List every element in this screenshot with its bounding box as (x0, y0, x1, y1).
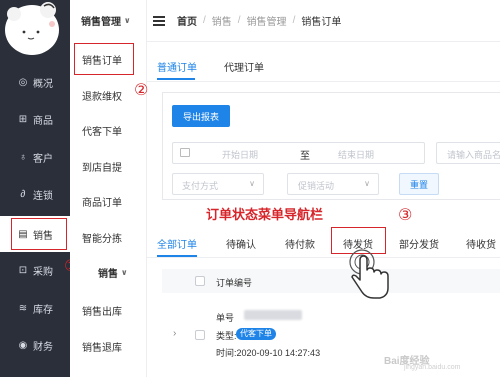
breadcrumb-sales-management[interactable]: 销售管理 (247, 13, 287, 28)
row-checkbox[interactable] (195, 330, 205, 340)
mascot-logo (5, 2, 59, 55)
top-bar: 首页 / 销售 / 销售管理 / 销售订单 (147, 0, 500, 42)
sub-item-sales-return[interactable]: 销售退库 (70, 328, 147, 364)
status-tab-pending-receipt[interactable]: 待收货 (466, 236, 496, 251)
date-range-separator: 至 (300, 151, 310, 162)
sidebar-item-inventory[interactable]: ≋ 库存 (0, 290, 70, 326)
sidebar-item-overview[interactable]: ◎ 概况 (0, 64, 70, 100)
sidebar-item-label: 概况 (33, 78, 53, 90)
breadcrumb-separator: / (203, 15, 206, 26)
table-header (162, 269, 500, 293)
sub-item-label: 销售出库 (82, 306, 122, 318)
sub-item-refund[interactable]: 退款维权 (70, 77, 147, 113)
purchase-icon: ⊡ (18, 264, 28, 276)
highlight-box-sales-order (74, 43, 134, 75)
chevron-down-icon: ∨ (124, 15, 131, 25)
menu-toggle-icon[interactable] (153, 15, 165, 26)
status-tab-pending-payment[interactable]: 待付款 (285, 236, 315, 251)
goods-icon: ⊞ (18, 113, 28, 125)
chevron-down-icon: ∨ (364, 179, 370, 188)
sidebar-item-purchase[interactable]: ⊡ 采购 (0, 252, 70, 288)
order-time: 时间:2020-09-10 14:27:43 (216, 348, 321, 358)
sub-sidebar-header-label: 销售管理 (81, 16, 121, 28)
sidebar-item-link[interactable]: ∂ 连锁 (0, 176, 70, 212)
product-search-placeholder: 请输入商品名 (447, 150, 500, 160)
order-type-badge: 代客下单 (236, 328, 276, 340)
annotation-marker-3: ③ (398, 205, 413, 224)
sidebar-item-finance[interactable]: ◉ 财务 (0, 327, 70, 363)
status-tab-all[interactable]: 全部订单 (157, 236, 197, 251)
sub-item-sales-outbound[interactable]: 销售出库 (70, 292, 147, 328)
order-number-label: 单号 (216, 313, 235, 323)
breadcrumb-sales-order: 销售订单 (301, 17, 342, 28)
column-order-number: 订单编号 (216, 278, 253, 288)
chevron-down-icon: ∨ (249, 179, 255, 188)
sidebar-item-label: 库存 (33, 304, 53, 316)
sub-item-smart-sorting[interactable]: 智能分拣 (70, 219, 147, 255)
sidebar-item-customer[interactable]: ♁ 客户 (0, 139, 70, 175)
calendar-icon (180, 148, 190, 157)
status-tab-active-indicator (157, 255, 197, 257)
promotion-placeholder: 促销活动 (298, 181, 335, 191)
sub-item-proxy-order[interactable]: 代客下单 (70, 112, 147, 148)
expand-row-icon[interactable]: › (173, 328, 176, 339)
sub-item-goods-order[interactable]: 商品订单 (70, 183, 147, 219)
sidebar-item-label: 连锁 (33, 190, 53, 202)
status-tab-pending-confirm[interactable]: 待确认 (226, 236, 256, 251)
start-date-placeholder: 开始日期 (222, 150, 259, 160)
sub-item-label: 到店自提 (82, 162, 122, 174)
sidebar-item-goods[interactable]: ⊞ 商品 (0, 101, 70, 137)
sidebar-item-label: 客户 (33, 153, 53, 165)
tab-agent-order[interactable]: 代理订单 (224, 59, 264, 74)
select-all-checkbox[interactable] (195, 276, 205, 286)
sub-item-label: 智能分拣 (82, 233, 122, 245)
order-type-label: 类型: (216, 331, 237, 341)
sub-sidebar-header[interactable]: 销售管理 ∨ (70, 0, 147, 40)
sidebar-item-label: 采购 (33, 266, 53, 278)
watermark-sub: jingyan.baidu.com (404, 364, 461, 371)
highlight-box-sales (11, 218, 67, 250)
sub-sidebar-group2-header[interactable]: 销售 ∨ (70, 254, 147, 290)
link-icon: ∂ (20, 188, 26, 200)
sub-item-label: 商品订单 (82, 197, 122, 209)
sub-item-label: 代客下单 (82, 126, 122, 138)
tab-active-indicator (157, 78, 195, 80)
tab-normal-order[interactable]: 普通订单 (157, 59, 197, 74)
chevron-down-icon: ∨ (121, 267, 128, 277)
sidebar-item-label: 财务 (33, 341, 53, 353)
export-report-button[interactable]: 导出报表 (172, 105, 230, 127)
order-number-value-redacted (244, 310, 302, 320)
reset-button[interactable]: 重置 (399, 173, 439, 195)
breadcrumb-sales[interactable]: 销售 (212, 13, 232, 28)
sub-item-label: 退款维权 (82, 91, 122, 103)
status-tab-partial-shipment[interactable]: 部分发货 (399, 236, 439, 251)
sub-sidebar-group2-label: 销售 (98, 268, 118, 280)
overview-icon: ◎ (18, 76, 28, 88)
sub-item-store-pickup[interactable]: 到店自提 (70, 148, 147, 184)
annotation-caption: 订单状态菜单导航栏 (206, 208, 324, 223)
hand-pointer-icon (349, 249, 389, 299)
breadcrumb-separator: / (237, 15, 241, 26)
breadcrumb-home[interactable]: 首页 (177, 13, 197, 28)
payment-method-placeholder: 支付方式 (182, 181, 219, 191)
finance-icon: ◉ (18, 339, 28, 351)
order-type-tabs (147, 46, 500, 82)
customer-icon: ♁ (19, 151, 27, 163)
breadcrumb-separator: / (292, 15, 296, 26)
date-range-picker[interactable] (172, 142, 425, 164)
sub-item-label: 销售退库 (82, 342, 122, 354)
inventory-icon: ≋ (18, 302, 28, 314)
sidebar-item-label: 商品 (33, 115, 53, 127)
end-date-placeholder: 结束日期 (338, 150, 375, 160)
order-status-tabs (147, 226, 500, 258)
